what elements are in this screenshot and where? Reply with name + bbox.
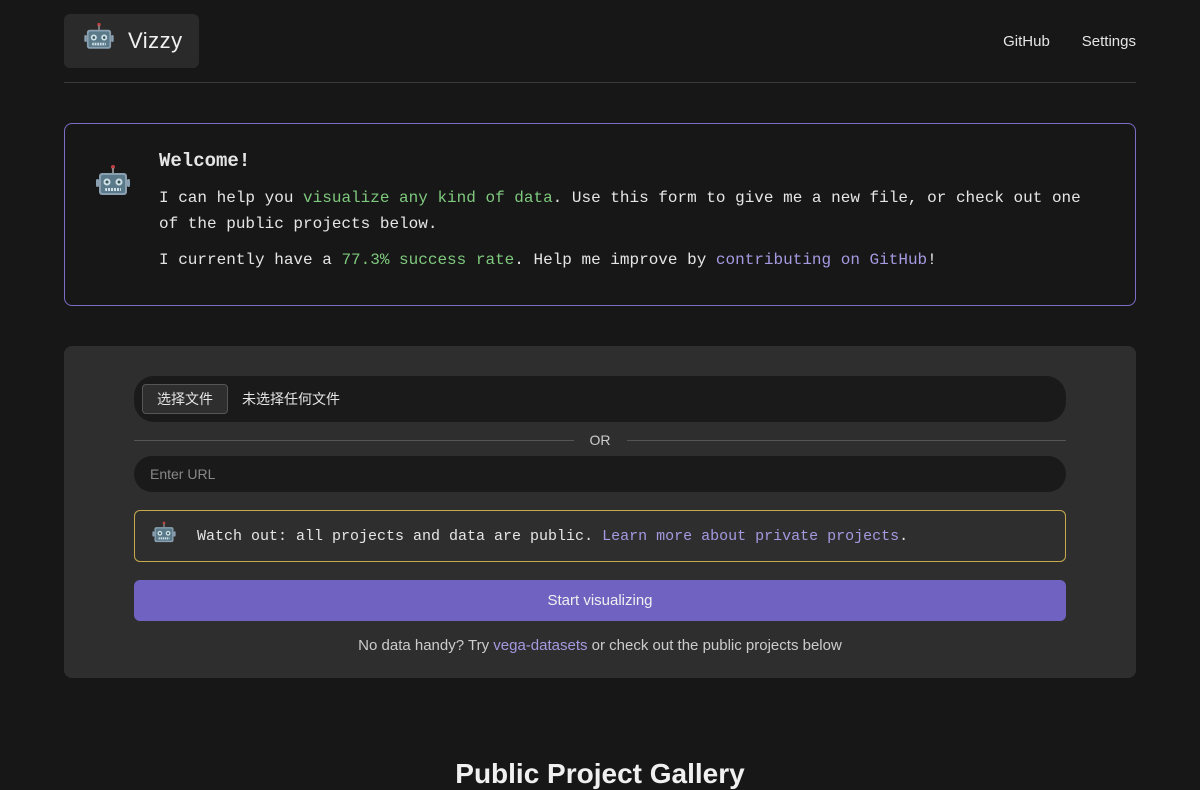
warning-text: Watch out: all projects and data are pub… bbox=[197, 528, 1051, 545]
nav-github[interactable]: GitHub bbox=[1003, 33, 1050, 50]
nav: GitHub Settings bbox=[1003, 33, 1136, 50]
header: Vizzy GitHub Settings bbox=[64, 0, 1136, 83]
robot-icon bbox=[91, 164, 135, 208]
private-projects-link[interactable]: Learn more about private projects bbox=[602, 528, 899, 545]
url-input[interactable] bbox=[134, 456, 1066, 492]
start-visualizing-button[interactable]: Start visualizing bbox=[134, 580, 1066, 621]
highlight-phrase: visualize any kind of data bbox=[303, 189, 553, 207]
divider-text: OR bbox=[574, 432, 627, 448]
robot-icon bbox=[80, 22, 118, 60]
divider: OR bbox=[134, 432, 1066, 448]
file-input[interactable]: 选择文件 未选择任何文件 bbox=[134, 376, 1066, 422]
upload-form: 选择文件 未选择任何文件 OR Watch out: all projects … bbox=[64, 346, 1136, 678]
warning-panel: Watch out: all projects and data are pub… bbox=[134, 510, 1066, 562]
robot-icon bbox=[149, 521, 179, 551]
brand-logo[interactable]: Vizzy bbox=[64, 14, 199, 68]
success-rate: 77.3% success rate bbox=[341, 251, 514, 269]
welcome-content: Welcome! I can help you visualize any ki… bbox=[159, 146, 1109, 283]
welcome-text-1: I can help you visualize any kind of dat… bbox=[159, 186, 1109, 237]
file-status: 未选择任何文件 bbox=[242, 389, 340, 409]
contribute-link[interactable]: contributing on GitHub bbox=[716, 251, 927, 269]
choose-file-button[interactable]: 选择文件 bbox=[142, 384, 228, 414]
nav-settings[interactable]: Settings bbox=[1082, 33, 1136, 50]
welcome-text-2: I currently have a 77.3% success rate. H… bbox=[159, 248, 1109, 274]
brand-name: Vizzy bbox=[128, 28, 183, 54]
gallery-heading: Public Project Gallery bbox=[64, 758, 1136, 790]
welcome-panel: Welcome! I can help you visualize any ki… bbox=[64, 123, 1136, 306]
vega-datasets-link[interactable]: vega-datasets bbox=[493, 637, 587, 654]
welcome-title: Welcome! bbox=[159, 146, 1109, 176]
form-footer: No data handy? Try vega-datasets or chec… bbox=[134, 637, 1066, 654]
